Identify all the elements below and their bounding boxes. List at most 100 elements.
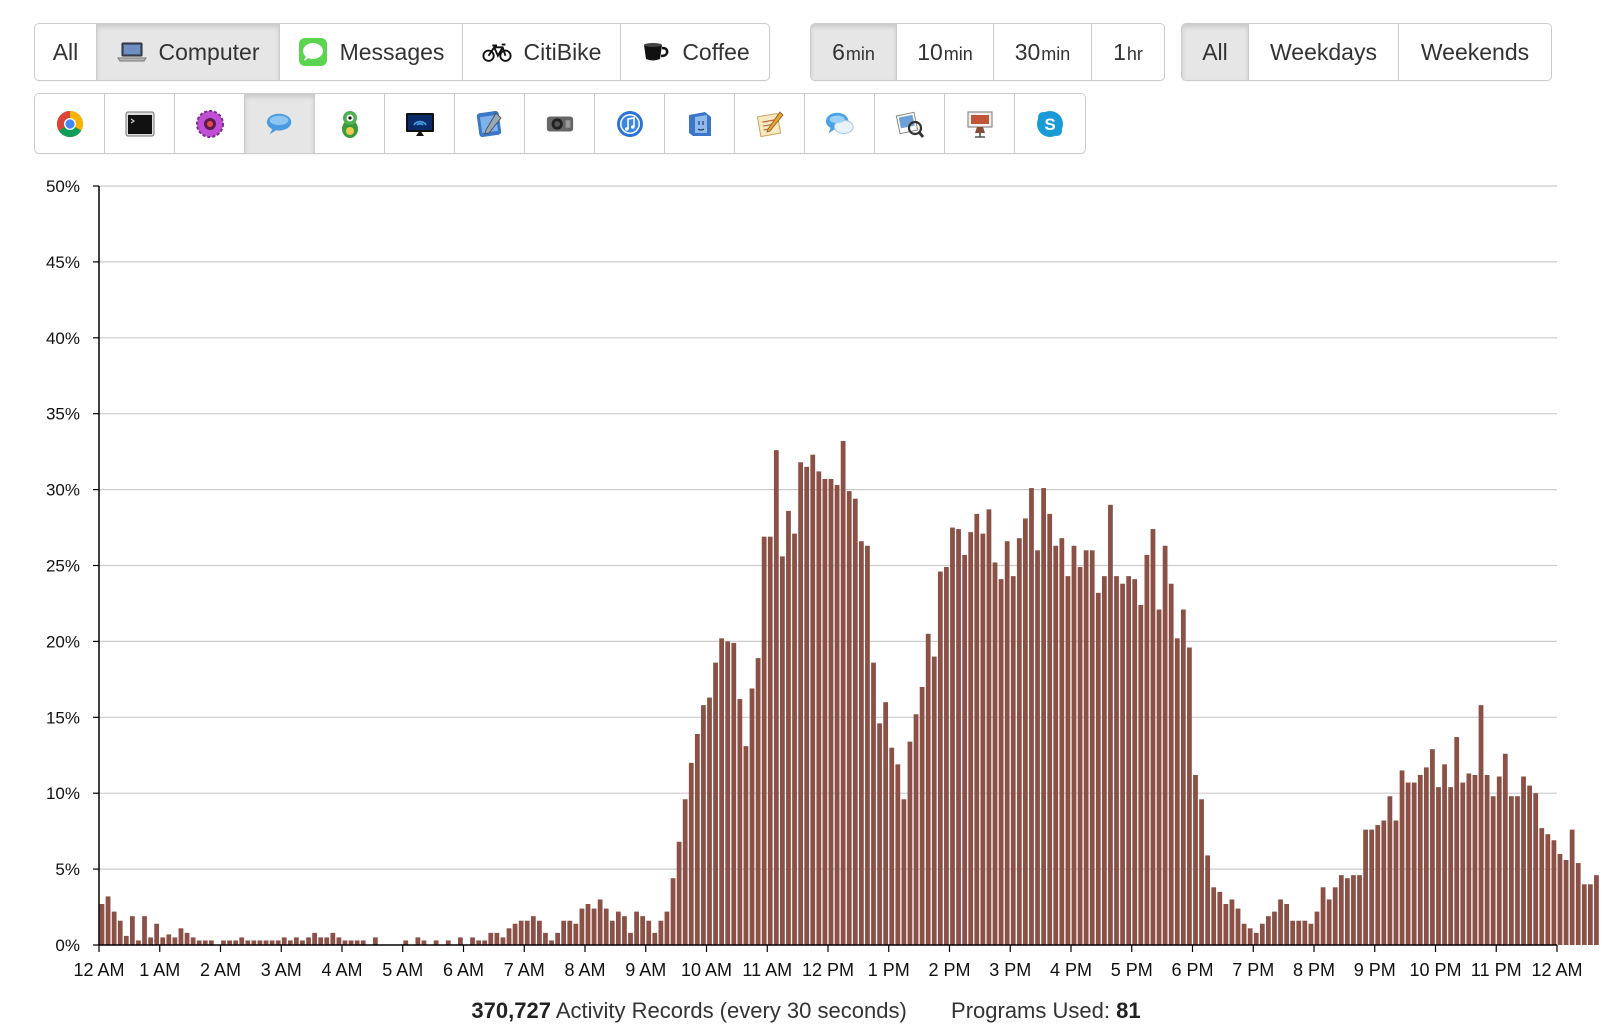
source-coffee-button[interactable]: Coffee xyxy=(621,24,769,80)
x-tick-label: 8 AM xyxy=(564,960,605,980)
app-finder-button[interactable] xyxy=(665,94,735,153)
bar xyxy=(1338,875,1344,945)
app-xcode-button[interactable] xyxy=(455,94,525,153)
source-all-label: All xyxy=(52,38,79,65)
interval-1hr-button[interactable]: 1hr xyxy=(1092,24,1164,80)
y-tick-label: 25% xyxy=(46,557,80,576)
bar xyxy=(786,510,791,945)
bar xyxy=(117,920,123,945)
bar xyxy=(1332,887,1338,945)
y-tick-label: 35% xyxy=(46,405,80,424)
bar xyxy=(767,536,773,945)
bar xyxy=(761,536,767,945)
bar xyxy=(968,532,974,945)
bar xyxy=(1023,518,1028,945)
bar xyxy=(1539,828,1545,945)
app-terminal-button[interactable] xyxy=(105,94,175,153)
bar xyxy=(294,937,299,945)
bar xyxy=(123,935,129,945)
bar xyxy=(1405,782,1411,945)
bar xyxy=(1454,737,1460,945)
app-chrome-button[interactable] xyxy=(35,94,105,153)
bar xyxy=(148,937,153,945)
bar xyxy=(1168,583,1174,945)
interval-6min-button[interactable]: 6min xyxy=(811,24,897,80)
bar xyxy=(178,928,184,945)
app-textedit-button[interactable] xyxy=(735,94,805,153)
source-citibike-button[interactable]: CitiBike xyxy=(463,24,621,80)
bar xyxy=(1411,782,1417,945)
bar xyxy=(992,562,998,945)
bar xyxy=(324,937,330,945)
bar xyxy=(1241,923,1247,945)
interval-30min-button[interactable]: 30min xyxy=(994,24,1092,80)
preview-icon xyxy=(895,109,925,139)
bar xyxy=(470,937,475,945)
bar xyxy=(1490,796,1496,945)
bar xyxy=(603,908,609,945)
bar xyxy=(99,904,105,945)
bar xyxy=(1569,829,1575,945)
bar xyxy=(615,911,621,945)
bar xyxy=(828,478,834,945)
bar xyxy=(172,937,178,945)
app-skype-button[interactable]: S xyxy=(1015,94,1085,153)
x-tick-label: 12 AM xyxy=(1531,960,1582,980)
app-flower-button[interactable] xyxy=(175,94,245,153)
bar xyxy=(530,916,536,945)
y-tick-label: 40% xyxy=(46,329,80,348)
bar xyxy=(1047,513,1053,945)
days-weekends-button[interactable]: Weekends xyxy=(1399,24,1551,80)
records-label: Activity Records (every 30 seconds) xyxy=(555,998,907,1023)
bar xyxy=(937,571,943,945)
x-tick-label: 9 PM xyxy=(1354,960,1396,980)
bar xyxy=(1448,787,1454,945)
bar xyxy=(591,908,597,945)
app-facetime-button[interactable] xyxy=(525,94,595,153)
bar xyxy=(142,916,147,945)
bar xyxy=(1460,782,1466,945)
x-tick-label: 10 AM xyxy=(681,960,732,980)
days-all-label: All xyxy=(1202,38,1228,65)
app-adium-button[interactable] xyxy=(315,94,385,153)
source-computer-button[interactable]: Computer xyxy=(97,24,280,80)
source-all-button[interactable]: All xyxy=(35,24,97,80)
bar xyxy=(925,633,931,945)
keynote-icon xyxy=(965,109,995,139)
activity-bar-chart: 0% 5% 10% 15% 20% 25% 30% 35% 40% 45% 50% 12 AM 1 AM… xyxy=(46,177,1599,980)
bar xyxy=(1174,638,1180,945)
bar xyxy=(1272,911,1277,945)
x-tick-label: 3 PM xyxy=(989,960,1031,980)
bar xyxy=(725,641,731,945)
itunes-icon xyxy=(615,109,645,139)
bar xyxy=(895,764,901,945)
app-preview-button[interactable] xyxy=(875,94,945,153)
app-itunes-button[interactable] xyxy=(595,94,665,153)
bar xyxy=(707,697,712,945)
bar xyxy=(652,932,658,945)
x-tick-label: 3 AM xyxy=(261,960,302,980)
interval-10min-button[interactable]: 10min xyxy=(897,24,994,80)
days-all-button[interactable]: All xyxy=(1182,24,1249,80)
bar xyxy=(1326,899,1332,945)
days-weekdays-button[interactable]: Weekdays xyxy=(1249,24,1399,80)
bar xyxy=(1035,550,1040,945)
bar xyxy=(980,533,986,945)
bar xyxy=(1587,884,1593,945)
x-tick-label: 6 PM xyxy=(1171,960,1213,980)
airplay-monitor-icon xyxy=(405,109,435,139)
app-airplay-button[interactable] xyxy=(385,94,455,153)
bar xyxy=(1478,705,1484,945)
app-messages-button[interactable] xyxy=(805,94,875,153)
app-keynote-button[interactable] xyxy=(945,94,1015,153)
bar xyxy=(919,686,925,945)
app-chat-button[interactable] xyxy=(245,94,315,153)
bar xyxy=(640,916,646,945)
bar xyxy=(646,920,652,945)
bar xyxy=(111,911,117,945)
programs-count: 81 xyxy=(1116,998,1141,1023)
y-tick-label: 30% xyxy=(46,481,80,500)
source-computer-label: Computer xyxy=(158,38,260,65)
source-messages-button[interactable]: Messages xyxy=(280,24,463,80)
bar xyxy=(609,920,615,945)
